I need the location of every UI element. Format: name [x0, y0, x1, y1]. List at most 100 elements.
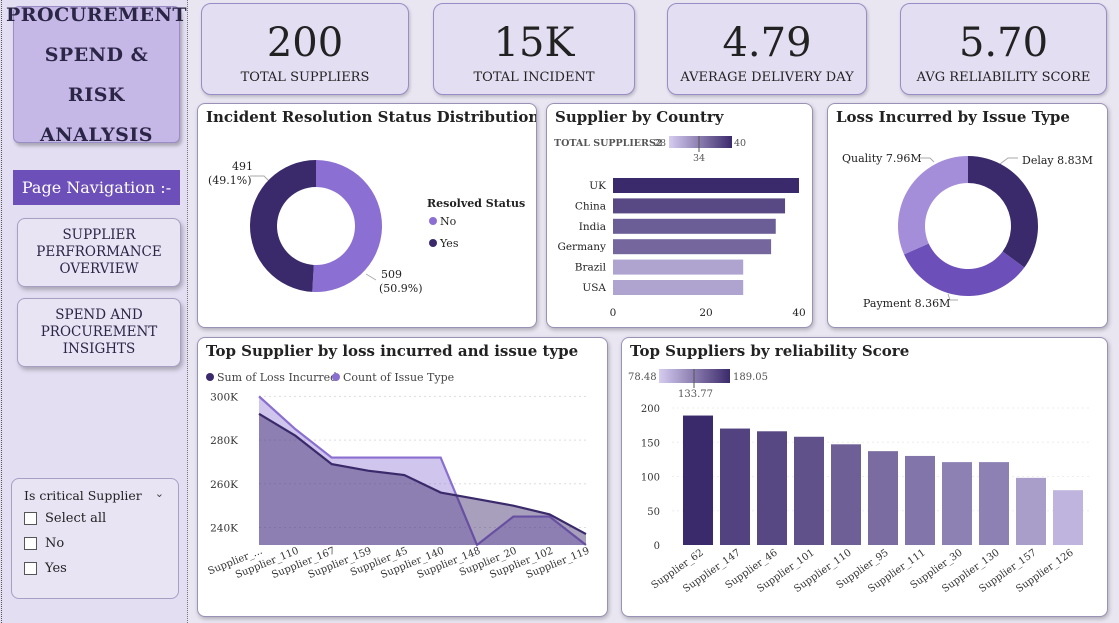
leader-line	[365, 273, 377, 281]
gradient-min: 28	[654, 138, 666, 149]
slicer-option-no[interactable]: No	[24, 536, 64, 551]
country-bar	[613, 259, 744, 275]
kpi-total-incident: 15K TOTAL INCIDENT	[433, 3, 635, 95]
reliability-bar	[942, 462, 972, 545]
kpi-label: TOTAL INCIDENT	[473, 70, 595, 85]
incident-resolution-card: Incident Resolution Status Distribution …	[197, 103, 537, 328]
country-label: Brazil	[575, 262, 607, 274]
slicer-option-label: Select all	[45, 511, 107, 526]
kpi-value: 5.70	[958, 20, 1049, 66]
title-line-2: SPEND &	[44, 43, 149, 66]
country-bar	[613, 239, 772, 255]
country-label: USA	[582, 282, 606, 294]
reliability-bar	[794, 436, 824, 545]
data-label-no-value: 509	[381, 268, 402, 281]
kpi-value: 200	[266, 20, 344, 66]
supplier-country-bar-chart: TOTAL SUPPLIERS2 28 40 34 UK China India Ge…	[554, 136, 806, 319]
y-tick-label: 300K	[210, 391, 238, 403]
data-label-delay: Delay 8.83M	[1022, 154, 1093, 167]
page-navigation-label: Page Navigation :-	[13, 170, 180, 205]
leader-line	[250, 175, 271, 183]
legend-label-yes: Yes	[439, 237, 459, 250]
kpi-total-suppliers: 200 TOTAL SUPPLIERS	[201, 3, 409, 95]
gradient-mid: 133.77	[678, 389, 713, 400]
top-supplier-loss-card: Top Supplier by loss incurred and issue …	[197, 337, 608, 617]
gradient-min: 78.48	[628, 372, 657, 383]
nav-line: SPEND AND	[55, 307, 143, 323]
reliability-bar	[1016, 477, 1046, 545]
legend-swatch-issue	[332, 373, 340, 381]
legend-label-loss: Sum of Loss Incurred	[217, 371, 337, 384]
gradient-max: 40	[734, 138, 746, 149]
data-label-quality: Quality 7.96M	[842, 152, 922, 165]
slicer-title: Is critical Supplier	[24, 488, 142, 503]
gradient-mid: 34	[693, 153, 705, 164]
y-tick-label: 240K	[210, 523, 238, 535]
kpi-label: AVG RELIABILITY SCORE	[916, 70, 1091, 85]
checkbox[interactable]	[24, 562, 37, 575]
reliability-bar	[683, 415, 713, 545]
y-tick-label: 260K	[210, 479, 238, 491]
y-tick-label: 150	[641, 438, 660, 449]
nav-line: OVERVIEW	[59, 261, 139, 277]
country-label: UK	[589, 180, 606, 192]
kpi-value: 4.79	[722, 20, 812, 66]
sidebar-edge	[1, 0, 2, 623]
nav-line: PERFRORMANCE	[36, 244, 162, 260]
reliability-score-card: Top Suppliers by reliability Score 78.48…	[621, 337, 1108, 617]
legend-swatch-loss	[206, 373, 214, 381]
legend-label-no: No	[440, 215, 457, 228]
country-bar	[613, 198, 786, 214]
country-bar	[613, 218, 776, 234]
gradient-max: 189.05	[733, 372, 768, 383]
kpi-avg-reliability-score: 5.70 AVG RELIABILITY SCORE	[900, 3, 1107, 95]
legend-swatch-yes	[429, 239, 437, 247]
reliability-bar	[979, 462, 1009, 545]
y-tick-label: 0	[654, 541, 660, 552]
x-tick-label: 20	[699, 307, 712, 319]
title-line-3: RISK ANALYSIS	[40, 83, 153, 146]
reliability-bar	[905, 455, 935, 545]
data-label-payment: Payment 8.36M	[863, 297, 950, 310]
y-tick-label: 50	[647, 507, 660, 518]
supplier-performance-button[interactable]: SUPPLIER PERFRORMANCE OVERVIEW	[17, 218, 181, 287]
data-label-no-pct: (50.9%)	[379, 282, 423, 295]
checkbox[interactable]	[24, 512, 37, 525]
legend-label-issue: Count of Issue Type	[343, 371, 454, 384]
loss-issue-area-chart: Sum of Loss Incurred Count of Issue Type…	[206, 371, 591, 581]
checkbox[interactable]	[24, 537, 37, 550]
spend-procurement-button[interactable]: SPEND AND PROCUREMENT INSIGHTS	[17, 298, 181, 367]
country-bar	[613, 280, 744, 295]
y-tick-label: 100	[641, 473, 660, 484]
country-label: China	[575, 200, 606, 212]
chevron-down-icon[interactable]: ⌄	[155, 487, 164, 500]
critical-supplier-slicer: Is critical Supplier ⌄ Select all No Yes	[11, 478, 179, 599]
nav-line: SUPPLIER	[62, 227, 136, 243]
reliability-bar-chart: 78.48 189.05 133.77 050100150200Supplier…	[628, 369, 1092, 595]
slicer-option-yes[interactable]: Yes	[24, 561, 67, 576]
data-label-yes-pct: (49.1%)	[208, 174, 252, 187]
incident-donut-chart: Resolved Status No Yes 491 (49.1%) 509 (…	[208, 160, 525, 295]
donut-slice-no	[312, 160, 383, 292]
title-line-1: PROCUREMENT	[5, 3, 188, 26]
gradient-legend-bar	[669, 136, 732, 148]
country-label: India	[579, 221, 606, 233]
country-label: Germany	[557, 241, 606, 253]
donut-slice-delay	[968, 156, 1038, 268]
slicer-option-label: No	[45, 536, 65, 551]
slicer-option-select-all[interactable]: Select all	[24, 511, 106, 526]
kpi-label: AVERAGE DELIVERY DAY	[680, 70, 854, 85]
reliability-bar	[868, 451, 898, 545]
dashboard-title: PROCUREMENT SPEND & RISK ANALYSIS	[6, 4, 187, 146]
reliability-bar	[720, 428, 750, 545]
nav-line: PROCUREMENT	[40, 324, 158, 340]
reliability-bar	[831, 444, 861, 545]
reliability-bar	[757, 431, 787, 545]
loss-issue-donut-chart: Quality 7.96M Delay 8.83M Payment 8.36M	[842, 152, 1093, 310]
legend-title: Resolved Status	[427, 197, 525, 210]
sidebar: PROCUREMENT SPEND & RISK ANALYSIS Page N…	[0, 0, 188, 623]
x-tick-label: 40	[792, 307, 805, 319]
reliability-bar	[1053, 490, 1083, 545]
nav-line: INSIGHTS	[62, 341, 136, 357]
donut-slice-yes	[250, 160, 316, 292]
